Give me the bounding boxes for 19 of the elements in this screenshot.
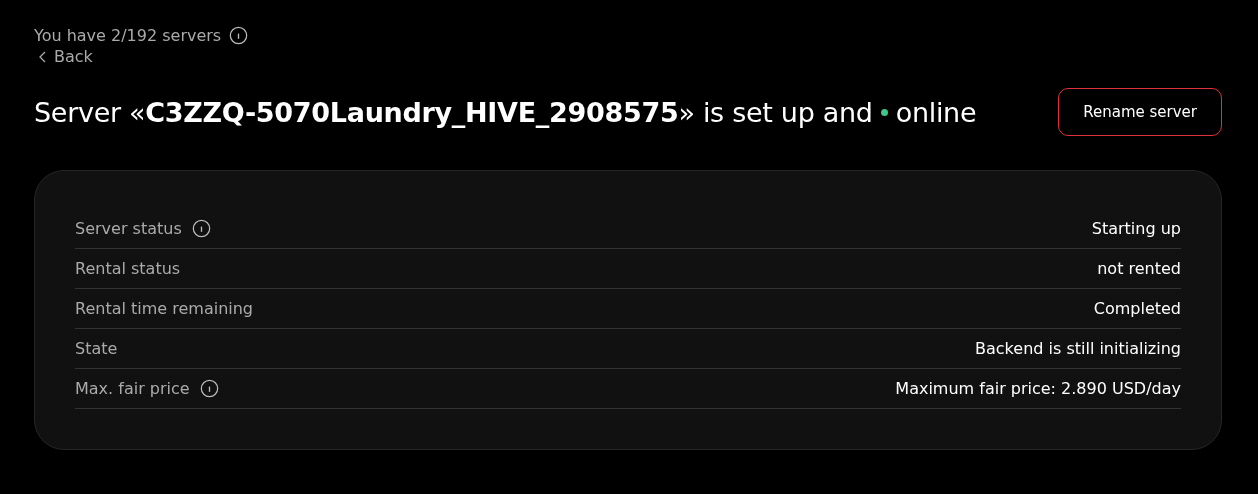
detail-label: Rental status — [75, 259, 181, 278]
server-count: You have 2/192 servers — [34, 26, 222, 45]
detail-value: Maximum fair price: 2.890 USD/day — [895, 379, 1181, 398]
status-text: online — [895, 96, 977, 128]
detail-value: Backend is still initializing — [975, 339, 1181, 358]
detail-value: Completed — [1093, 299, 1181, 318]
detail-label: State — [75, 339, 118, 358]
info-icon[interactable] — [229, 26, 249, 45]
rename-button[interactable]: Rename server — [1058, 88, 1222, 136]
detail-value: not rented — [1097, 259, 1181, 278]
chevron-left-icon — [38, 50, 48, 63]
detail-label: Rental time remaining — [75, 299, 253, 318]
info-icon[interactable] — [199, 379, 219, 398]
back-link[interactable]: Back — [38, 47, 93, 66]
detail-value: Starting up — [1091, 219, 1181, 238]
page-title: Server «C3ZZQ-5070Laundry_HIVE_2908575» is set up and — [34, 96, 873, 128]
detail-label: Max. fair price — [75, 379, 190, 398]
detail-label: Server status — [75, 219, 182, 238]
info-icon[interactable] — [191, 219, 211, 238]
